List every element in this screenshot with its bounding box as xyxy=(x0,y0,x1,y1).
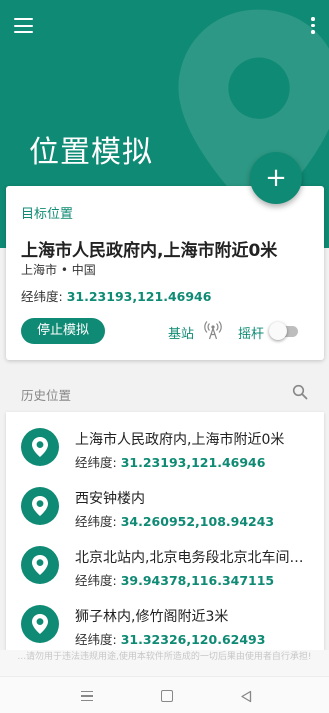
more-vert-icon[interactable] xyxy=(310,17,316,35)
target-region: 上海市 • 中国 xyxy=(21,263,96,277)
coord-value: 34.260952,108.94243 xyxy=(120,514,275,529)
rocker-label: 摇杆 xyxy=(238,327,265,342)
menu-icon[interactable] xyxy=(14,18,34,34)
location-pin-icon xyxy=(21,428,59,466)
search-icon[interactable] xyxy=(292,384,308,400)
history-item-name: 北京北站内,北京电务段北京北车间附近 xyxy=(75,550,307,566)
history-label: 历史位置 xyxy=(21,388,72,403)
coord-label: 经纬度: xyxy=(21,289,63,304)
coord-label: 经纬度: xyxy=(75,632,117,647)
list-item[interactable]: 西安钟楼内 经纬度: 34.260952,108.94243 xyxy=(6,476,324,534)
disclaimer-text: ...请勿用于违法违规用途,使用本软件所造成的一切后果由使用者自行承担! xyxy=(0,650,329,676)
page-title: 位置模拟 xyxy=(29,135,153,170)
history-list: 上海市人民政府内,上海市附近0米 经纬度: 31.23193,121.46946 … xyxy=(6,412,324,650)
history-item-name: 上海市人民政府内,上海市附近0米 xyxy=(75,432,285,448)
station-label: 基站 xyxy=(168,327,195,342)
coord-label: 经纬度: xyxy=(75,514,117,529)
history-item-name: 狮子林内,修竹阁附近3米 xyxy=(75,609,229,625)
coord-value: 31.23193,121.46946 xyxy=(120,455,266,470)
coord-value: 39.94378,116.347115 xyxy=(120,573,275,588)
back-icon[interactable] xyxy=(240,690,253,703)
recent-apps-icon[interactable] xyxy=(81,691,93,702)
history-item-coord: 经纬度: 31.32326,120.62493 xyxy=(75,629,265,648)
target-location-name: 上海市人民政府内,上海市附近0米 xyxy=(21,241,278,261)
coord-value: 31.23193,121.46946 xyxy=(66,289,212,304)
location-pin-icon xyxy=(21,605,59,643)
add-location-button[interactable]: + xyxy=(250,152,302,204)
stop-simulation-button[interactable]: 停止模拟 xyxy=(21,318,105,344)
history-item-coord: 经纬度: 39.94378,116.347115 xyxy=(75,570,274,589)
history-item-name: 西安钟楼内 xyxy=(75,491,145,507)
list-item[interactable]: 狮子林内,修竹阁附近3米 经纬度: 31.32326,120.62493 xyxy=(6,594,324,650)
history-item-coord: 经纬度: 34.260952,108.94243 xyxy=(75,511,274,530)
coord-label: 经纬度: xyxy=(75,455,117,470)
system-navigation-bar xyxy=(0,676,329,713)
target-section-label: 目标位置 xyxy=(21,207,74,222)
target-coordinates: 经纬度: 31.23193,121.46946 xyxy=(21,286,211,305)
rocker-toggle[interactable] xyxy=(269,322,299,340)
history-header: 历史位置 xyxy=(0,372,329,412)
list-item[interactable]: 上海市人民政府内,上海市附近0米 经纬度: 31.23193,121.46946 xyxy=(6,417,324,475)
antenna-icon[interactable] xyxy=(204,320,222,340)
location-pin-icon xyxy=(21,487,59,525)
toggle-knob xyxy=(269,322,287,340)
history-item-coord: 经纬度: 31.23193,121.46946 xyxy=(75,452,265,471)
location-pin-icon xyxy=(21,546,59,584)
home-icon[interactable] xyxy=(161,690,173,702)
coord-label: 经纬度: xyxy=(75,573,117,588)
coord-value: 31.32326,120.62493 xyxy=(120,632,266,647)
list-item[interactable]: 北京北站内,北京电务段北京北车间附近 经纬度: 39.94378,116.3471… xyxy=(6,535,324,593)
target-location-card: 目标位置 上海市人民政府内,上海市附近0米 上海市 • 中国 经纬度: 31.23… xyxy=(6,186,324,360)
